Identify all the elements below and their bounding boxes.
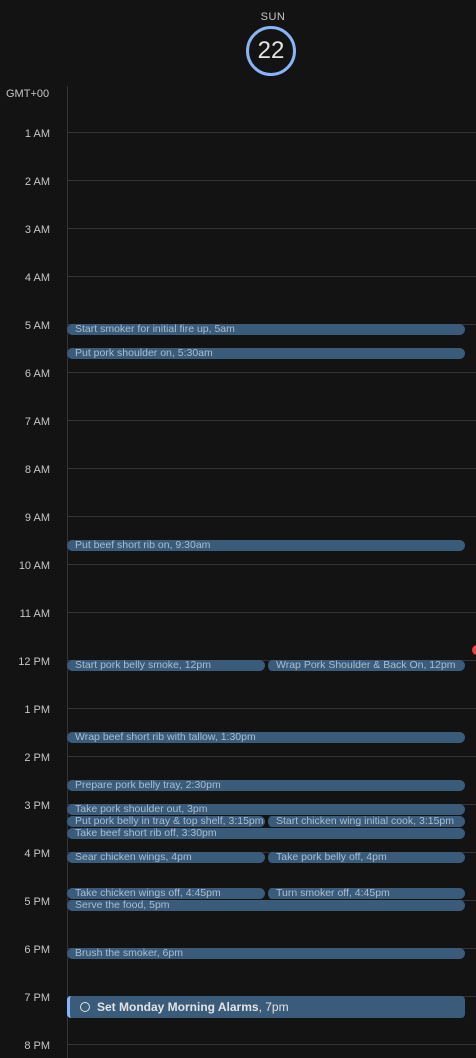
hour-line	[67, 180, 476, 181]
event-chip[interactable]: Put beef short rib on, 9:30am	[67, 540, 465, 551]
hour-label: 2 PM	[24, 752, 50, 764]
event-chip[interactable]: Start pork belly smoke, 12pm	[67, 660, 265, 671]
hour-label: 4 AM	[24, 272, 50, 284]
event-chip[interactable]: Turn smoker off, 4:45pm	[266, 888, 465, 899]
event-chip[interactable]: Take pork belly off, 4pm	[266, 852, 465, 863]
event-chip[interactable]: Put pork shoulder on, 5:30am	[67, 348, 465, 359]
task-chip[interactable]: Set Monday Morning Alarms , 7pm	[67, 996, 465, 1018]
hour-line	[67, 276, 476, 277]
hour-line	[67, 1044, 476, 1045]
hour-line	[67, 564, 476, 565]
hour-label: 11 AM	[19, 608, 50, 620]
event-chip[interactable]: Prepare pork belly tray, 2:30pm	[67, 780, 465, 791]
event-chip[interactable]: Start chicken wing initial cook, 3:15pm	[266, 816, 465, 827]
hour-label: 3 AM	[24, 224, 50, 236]
hour-label: 7 AM	[24, 416, 50, 428]
hour-line	[67, 708, 476, 709]
hour-label: 3 PM	[24, 800, 50, 812]
current-time-indicator	[472, 645, 476, 655]
hour-label: 5 AM	[24, 320, 50, 332]
hour-label: 2 AM	[24, 176, 50, 188]
hour-line	[67, 516, 476, 517]
event-chip[interactable]: Wrap beef short rib with tallow, 1:30pm	[67, 732, 465, 743]
day-grid[interactable]: 1 AM 2 AM 3 AM 4 AM 5 AM 6 AM 7 AM 8 AM …	[0, 0, 476, 1058]
hour-line	[67, 612, 476, 613]
event-chip[interactable]: Take beef short rib off, 3:30pm	[67, 828, 465, 839]
task-title: Set Monday Morning Alarms	[97, 1000, 259, 1014]
event-chip[interactable]: Serve the food, 5pm	[67, 900, 465, 911]
task-circle-icon	[80, 1002, 90, 1012]
event-chip[interactable]: Take chicken wings off, 4:45pm	[67, 888, 265, 899]
hour-label: 4 PM	[24, 848, 50, 860]
hour-label: 12 PM	[18, 656, 50, 668]
event-chip[interactable]: Wrap Pork Shoulder & Back On, 12pm	[266, 660, 465, 671]
event-chip[interactable]: Sear chicken wings, 4pm	[67, 852, 265, 863]
hour-line	[67, 468, 476, 469]
hour-line	[67, 228, 476, 229]
hour-label: 8 AM	[24, 464, 50, 476]
event-chip[interactable]: Put pork belly in tray & top shelf, 3:15…	[67, 816, 265, 827]
hour-label: 5 PM	[24, 896, 50, 908]
hour-label: 8 PM	[24, 1040, 50, 1052]
hour-line	[67, 756, 476, 757]
hour-line	[67, 420, 476, 421]
event-chip[interactable]: Take pork shoulder out, 3pm	[67, 804, 465, 815]
event-chip[interactable]: Brush the smoker, 6pm	[67, 948, 465, 959]
hour-label: 7 PM	[24, 992, 50, 1004]
hour-label: 6 PM	[24, 944, 50, 956]
grid-divider	[67, 86, 68, 1058]
hour-label: 9 AM	[24, 512, 50, 524]
hour-label: 10 AM	[18, 560, 50, 572]
task-time: , 7pm	[258, 1000, 289, 1014]
hour-label: 1 PM	[24, 704, 50, 716]
hour-label: 1 AM	[24, 128, 50, 140]
event-chip[interactable]: Start smoker for initial fire up, 5am	[67, 324, 465, 335]
hour-label: 6 AM	[24, 368, 50, 380]
hour-line	[67, 132, 476, 133]
hour-line	[67, 372, 476, 373]
